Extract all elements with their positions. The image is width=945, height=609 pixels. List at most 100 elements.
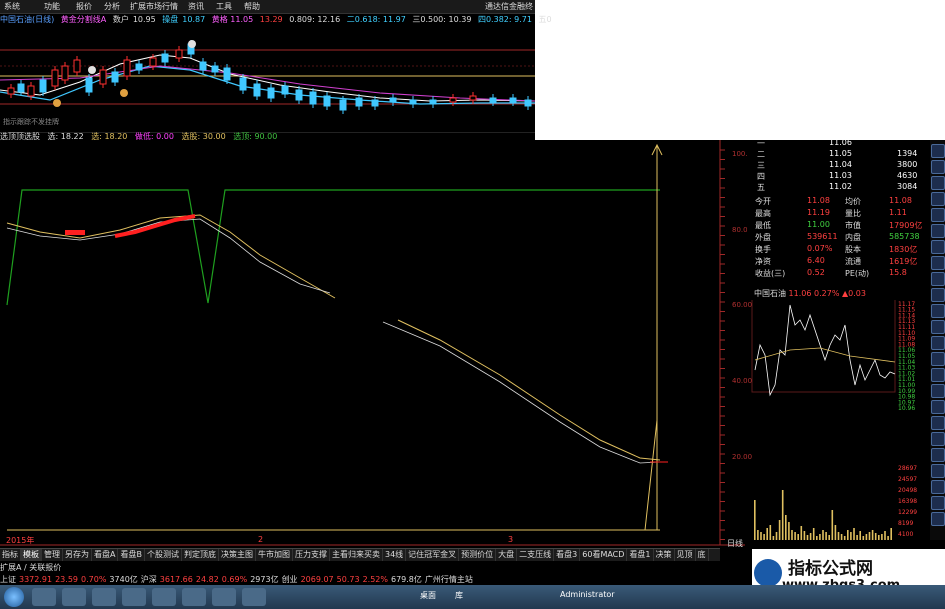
- indicator-tab-bar: 指标 模板 管理 另存为 看盘A 看盘B 个股测试 判定顶底 决策主图 牛市加图 压力支撑 主看归来买…: [0, 548, 720, 561]
- toolbar-button-icon[interactable]: [931, 240, 945, 254]
- market-index-item: 2.52%: [362, 575, 388, 584]
- toolbar-button-icon[interactable]: [931, 304, 945, 318]
- candle-body: [73, 59, 81, 73]
- toolbar-button-icon[interactable]: [931, 224, 945, 238]
- stat-value: 539611: [807, 232, 838, 241]
- taskbar-app-icon[interactable]: [62, 588, 86, 606]
- stat-label: 最低: [755, 221, 771, 230]
- indicator-tab[interactable]: 见顶: [675, 549, 696, 561]
- indicator-green-line: [6, 189, 660, 306]
- toolbar-button-icon[interactable]: [931, 320, 945, 334]
- indicator-tab[interactable]: 大盘: [496, 549, 518, 561]
- taskbar-desktop[interactable]: 桌面: [420, 590, 436, 601]
- toolbar-button-icon[interactable]: [931, 416, 945, 430]
- indicator-tab[interactable]: 模板: [21, 549, 42, 561]
- toolbar-button-icon[interactable]: [931, 192, 945, 206]
- taskbar-app-icon[interactable]: [152, 588, 176, 606]
- toolbar-button-icon[interactable]: [931, 464, 945, 478]
- indicator-tab[interactable]: 预测价位: [459, 549, 497, 561]
- toolbar-button-icon[interactable]: [931, 400, 945, 414]
- toolbar-button-icon[interactable]: [931, 160, 945, 174]
- stat-value: 0.52: [807, 268, 825, 277]
- market-index-item: 2973亿: [250, 575, 279, 584]
- mini-axis: 11.1911.1711.1511.1411.1311.1111.1011.09…: [898, 295, 917, 538]
- book-volume: 3800: [897, 160, 918, 169]
- toolbar-button-icon[interactable]: [931, 336, 945, 350]
- mini-volume-bar: [871, 530, 874, 540]
- indicator-tab[interactable]: 看盘A: [92, 549, 119, 561]
- candle-body: [339, 99, 347, 111]
- candle-body: [371, 99, 379, 107]
- taskbar-user[interactable]: Administrator: [560, 590, 615, 599]
- toolbar-button-icon[interactable]: [931, 272, 945, 286]
- mini-axis-label: 10.96: [898, 405, 915, 412]
- indicator-tab[interactable]: 指标: [0, 549, 21, 561]
- taskbar-app-icon[interactable]: [122, 588, 146, 606]
- taskbar-app-icon[interactable]: [32, 588, 56, 606]
- mini-volume-bar: [794, 532, 796, 540]
- chart-canvas: 11.1911.1711.1511.1411.1311.1111.1011.09…: [0, 40, 917, 546]
- indicator-tab[interactable]: 牛市加图: [256, 549, 293, 561]
- candle-body: [295, 89, 303, 101]
- indicator-tab[interactable]: 34线: [383, 549, 407, 561]
- candle-body: [355, 97, 363, 107]
- candle-body: [61, 65, 69, 81]
- stat-label: 最高: [755, 209, 771, 218]
- indicator-tab[interactable]: 看盘B: [118, 549, 145, 561]
- mini-volume-bar: [853, 528, 855, 540]
- mini-volume-bar: [890, 528, 892, 540]
- toolbar-button-icon[interactable]: [931, 256, 945, 270]
- indicator-tab[interactable]: 看盘1: [627, 549, 654, 561]
- candle-body: [211, 65, 219, 73]
- indicator-tab[interactable]: 判定顶底: [182, 549, 219, 561]
- indicator-tab[interactable]: 看盘3: [554, 549, 581, 561]
- toolbar-button-icon[interactable]: [931, 432, 945, 446]
- stat-value: 17909亿: [889, 221, 923, 230]
- status-left-label[interactable]: 扩展A / 关联报价: [0, 562, 90, 573]
- toolbar-button-icon[interactable]: [931, 368, 945, 382]
- indicator-tab[interactable]: 底: [696, 549, 709, 561]
- mini-vol-axis-label: 28697: [898, 465, 917, 472]
- toolbar-button-icon[interactable]: [931, 208, 945, 222]
- toolbar-button-icon[interactable]: [931, 176, 945, 190]
- signal-marker: [120, 89, 128, 97]
- book-price: 11.04: [829, 160, 852, 169]
- mini-vol-axis-label: 20498: [898, 487, 917, 494]
- taskbar-app-icon[interactable]: [182, 588, 206, 606]
- indicator-tab[interactable]: 二支压线: [517, 549, 555, 561]
- taskbar-library[interactable]: 库: [455, 590, 463, 601]
- start-button[interactable]: [4, 587, 24, 607]
- toolbar-button-icon[interactable]: [931, 352, 945, 366]
- indicator-tab[interactable]: 另存为: [63, 549, 92, 561]
- toolbar-button-icon[interactable]: [931, 496, 945, 510]
- indicator-tab[interactable]: 压力支撑: [293, 549, 330, 561]
- taskbar-app-icon[interactable]: [212, 588, 236, 606]
- toolbar-button-icon[interactable]: [931, 448, 945, 462]
- candle-body: [85, 77, 93, 93]
- indicator-tab[interactable]: 决策主图: [219, 549, 256, 561]
- indicator-tab[interactable]: 60看MACD: [580, 549, 628, 561]
- stat-label: 收益(三): [755, 269, 786, 278]
- toolbar-button-icon[interactable]: [931, 288, 945, 302]
- indicator-tab[interactable]: 管理: [42, 549, 63, 561]
- indicator-tab[interactable]: 记住冠军金叉: [406, 549, 460, 561]
- toolbar-button-icon[interactable]: [931, 144, 945, 158]
- mini-volume-bar: [828, 535, 830, 540]
- mini-volume-bar: [850, 532, 852, 540]
- market-index-item: 3617.66: [159, 575, 193, 584]
- toolbar-button-icon[interactable]: [931, 384, 945, 398]
- taskbar-app-icon[interactable]: [242, 588, 266, 606]
- indicator-tab[interactable]: 个股测试: [145, 549, 182, 561]
- toolbar-button-icon[interactable]: [931, 480, 945, 494]
- mini-price: 11.06: [788, 289, 812, 298]
- mini-volume-bar: [763, 534, 765, 540]
- taskbar-app-icon[interactable]: [92, 588, 116, 606]
- indicator-tab[interactable]: 决策: [654, 549, 675, 561]
- toolbar-button-icon[interactable]: [931, 512, 945, 526]
- indicator-tab[interactable]: 主看归来买卖: [330, 549, 383, 561]
- candle-body: [429, 99, 437, 105]
- mini-volume-bar: [831, 510, 834, 540]
- mini-chart-tab[interactable]: 日线: [727, 538, 743, 549]
- candle-body: [239, 77, 247, 91]
- book-price: 11.02: [829, 182, 852, 191]
